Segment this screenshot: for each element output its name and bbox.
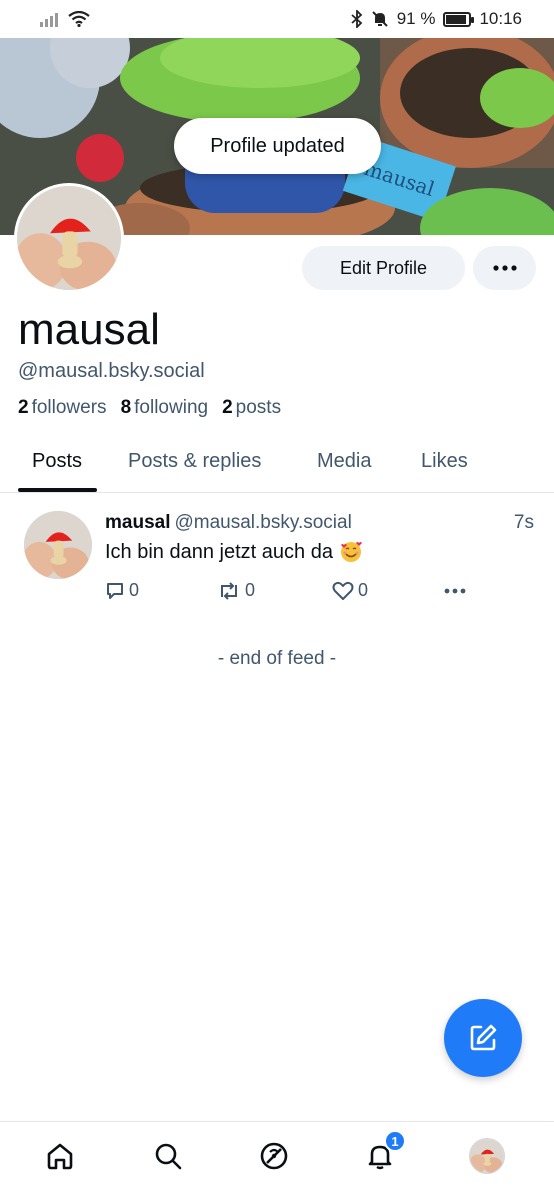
post-text: Ich bin dann jetzt auch da [105, 540, 363, 564]
followers-count: 2 [18, 397, 29, 418]
edit-profile-button[interactable]: Edit Profile [302, 246, 465, 290]
tab-posts-replies[interactable]: Posts & replies [128, 450, 261, 473]
profile-more-button[interactable] [473, 246, 536, 290]
post-author-handle[interactable]: @mausal.bsky.social [174, 512, 351, 533]
like-button[interactable]: 0 [332, 580, 368, 601]
nav-feeds[interactable] [254, 1136, 294, 1176]
following-stat[interactable]: 8 following [121, 397, 209, 419]
toast-message: Profile updated [174, 118, 381, 174]
feeds-satellite-icon [260, 1142, 288, 1170]
following-label: following [134, 397, 209, 418]
tab-media[interactable]: Media [317, 450, 371, 473]
notification-badge: 1 [384, 1130, 406, 1152]
post-actions: 0 0 0 [105, 580, 475, 604]
end-of-feed-text: - end of feed - [217, 648, 337, 669]
following-count: 8 [120, 397, 132, 418]
posts-stat: 2 posts [222, 397, 281, 419]
heart-icon [332, 581, 354, 600]
clock: 10:16 [479, 9, 522, 28]
wifi-icon [68, 11, 90, 27]
post-author-avatar[interactable] [24, 511, 92, 579]
nav-notifications[interactable]: 1 [360, 1130, 406, 1176]
post-author-name[interactable]: mausal [105, 512, 170, 533]
battery-percent: 91 % [396, 9, 436, 28]
more-horizontal-icon [492, 265, 517, 271]
more-horizontal-icon [444, 588, 466, 594]
repost-button[interactable]: 0 [217, 580, 255, 601]
bluetooth-icon [351, 10, 363, 28]
profile-avatar[interactable] [14, 183, 124, 293]
mute-bell-icon [371, 11, 388, 27]
profile-tabs: Posts Posts & replies Media Likes [0, 432, 554, 493]
post-header: mausal @mausal.bsky.social [105, 512, 352, 534]
nav-avatar [469, 1138, 505, 1174]
repost-icon [221, 581, 237, 600]
feed-post[interactable]: mausal @mausal.bsky.social 7s Ich bin dan… [0, 494, 554, 614]
nav-profile[interactable] [467, 1136, 507, 1176]
smiling-face-with-hearts-icon [340, 542, 362, 562]
nav-home[interactable] [40, 1136, 80, 1176]
search-icon [155, 1143, 182, 1170]
posts-label: posts [235, 397, 282, 418]
post-more-button[interactable] [444, 588, 466, 594]
profile-handle: @mausal.bsky.social [18, 360, 205, 382]
battery-level [446, 14, 467, 24]
nav-search[interactable] [148, 1136, 188, 1176]
like-count: 0 [358, 580, 369, 600]
tab-posts[interactable]: Posts [32, 450, 82, 473]
repost-count: 0 [245, 580, 256, 600]
post-text-content: Ich bin dann jetzt auch da [105, 540, 333, 563]
signal-icon [40, 13, 58, 27]
mushroom-avatar-image [470, 1139, 504, 1173]
compose-icon [470, 1024, 497, 1051]
reply-count: 0 [129, 580, 140, 600]
tab-likes[interactable]: Likes [421, 450, 468, 473]
followers-label: followers [31, 397, 107, 418]
active-tab-indicator [18, 488, 97, 492]
reply-button[interactable]: 0 [105, 580, 139, 601]
display-name: mausal [18, 305, 160, 354]
home-icon [47, 1143, 73, 1170]
profile-stats: 2 followers 8 following 2 posts [18, 397, 281, 419]
mushroom-avatar-image [24, 511, 92, 579]
post-timestamp[interactable]: 7s [514, 512, 534, 534]
bottom-navigation: 1 [0, 1121, 554, 1200]
compose-button[interactable] [444, 999, 522, 1077]
battery-icon [443, 11, 475, 27]
reply-icon [107, 582, 123, 599]
mushroom-avatar-image [17, 186, 121, 290]
posts-count: 2 [222, 397, 233, 418]
status-bar: 91 % 10:16 [0, 0, 554, 38]
followers-stat[interactable]: 2 followers [18, 397, 107, 419]
